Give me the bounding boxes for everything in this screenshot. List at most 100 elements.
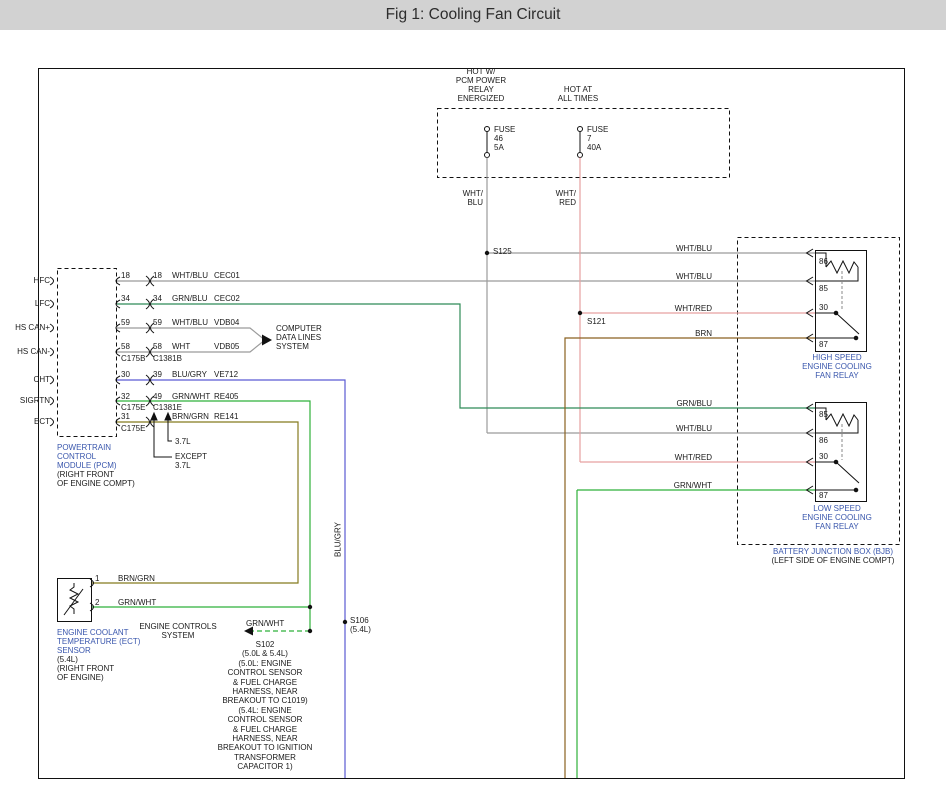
text-line: EXCEPT — [175, 452, 207, 461]
splice-s106 — [343, 620, 347, 624]
ect-wire-brngrn-label: BRN/GRN — [118, 574, 155, 583]
text-line: WHT/ — [445, 189, 483, 198]
text-line: (5.0L & 5.4L) — [205, 649, 325, 658]
pcm-pin-label-lfc: LFC — [10, 299, 50, 308]
text-line: SYSTEM — [276, 342, 322, 351]
splice-s102 — [308, 629, 312, 633]
splice-s125 — [485, 251, 489, 255]
wire-color: GRN/WHT — [172, 392, 210, 401]
relay-wire-label: WHT/RED — [650, 304, 712, 313]
thermistor-zigzag — [70, 583, 78, 614]
variant-except-label: EXCEPT 3.7L — [175, 452, 207, 470]
text-line: & FUEL CHARGE — [205, 678, 325, 687]
splice-s121-label: S121 — [587, 317, 606, 326]
connector-label-c1381b: C1381B — [153, 354, 182, 363]
text-line: SENSOR — [57, 646, 140, 655]
hot-label-pcm-relay: HOT W/ PCM POWER RELAY ENERGIZED — [441, 67, 521, 103]
text-line: HARNESS, NEAR — [205, 687, 325, 696]
text-line: MODULE (PCM) — [57, 461, 135, 470]
text-line: (RIGHT FRONT — [57, 664, 140, 673]
wiring-diagram-canvas — [0, 0, 946, 803]
connector-label-c175e-2: C175E — [121, 424, 145, 433]
relay-pin-number: 86 — [819, 257, 828, 266]
wire-color: BRN/GRN — [172, 412, 209, 421]
splice-s106-label: S106 — [350, 616, 371, 625]
splice-dots — [308, 251, 582, 633]
text-line: (5.4L) — [350, 625, 371, 634]
pin-number-2: 39 — [153, 370, 162, 379]
wire-color: WHT/BLU — [172, 271, 208, 280]
wiring-diagram-page: Fig 1: Cooling Fan Circuit — [0, 0, 946, 803]
text-line: BREAKOUT TO C1019) — [205, 696, 325, 705]
relay-wire-label: WHT/BLU — [650, 272, 712, 281]
relay-pin-number: 87 — [819, 491, 828, 500]
pin-number: 34 — [121, 294, 130, 303]
circuit-id: RE405 — [214, 392, 238, 401]
pin-number: 59 — [121, 318, 130, 327]
fuse-name: FUSE — [587, 125, 608, 134]
high-relay-switch — [815, 313, 859, 338]
text-line: ENGINE COOLING — [799, 362, 875, 371]
circuit-id: CEC01 — [214, 271, 240, 280]
text-line: CONTROL SENSOR — [205, 715, 325, 724]
s106-label: S106 (5.4L) — [350, 616, 371, 634]
text-line: DATA LINES — [276, 333, 322, 342]
ect-pin-1-label: 1 — [95, 574, 99, 583]
text-line: ENGINE COOLANT — [57, 628, 140, 637]
circuit-id: CEC02 — [214, 294, 240, 303]
splice-s125-label: S125 — [493, 247, 512, 256]
wire-color: GRN/BLU — [172, 294, 208, 303]
relay-wire-label: WHT/BLU — [650, 244, 712, 253]
junction-dot — [308, 605, 312, 609]
pin-number: 31 — [121, 412, 130, 421]
text-line: (5.0L: ENGINE — [205, 659, 325, 668]
pcm-caption: POWERTRAIN CONTROL MODULE (PCM) (RIGHT F… — [57, 443, 135, 488]
circuit-id: RE141 — [214, 412, 238, 421]
text-line: ENGINE COOLING — [799, 513, 875, 522]
fuse-46-label: FUSE 46 5A — [494, 125, 515, 152]
text-line: FAN RELAY — [799, 371, 875, 380]
pin-number-2: 34 — [153, 294, 162, 303]
wire-label-whtblu-top: WHT/ BLU — [445, 189, 483, 207]
pin-number-2: 59 — [153, 318, 162, 327]
text-line: (5.4L: ENGINE — [205, 706, 325, 715]
pcm-pin-label-hscanp: HS CAN+ — [10, 323, 50, 332]
wire-label-whtred-top: WHT/ RED — [538, 189, 576, 207]
fuse-box-outline — [438, 109, 730, 178]
pcm-pin-label-ect: ECT — [10, 417, 50, 426]
s102-caption: S102 (5.0L & 5.4L) (5.0L: ENGINE CONTROL… — [205, 640, 325, 772]
text-line: SYSTEM — [136, 631, 220, 640]
pcm-box-outline — [58, 269, 117, 437]
text-line: CAPACITOR 1) — [205, 762, 325, 771]
text-line: HOT W/ — [441, 67, 521, 76]
text-line: RED — [538, 198, 576, 207]
computer-data-arrowhead — [262, 335, 272, 346]
text-line: BATTERY JUNCTION BOX (BJB) — [747, 547, 919, 556]
circuit-id: VDB05 — [214, 342, 239, 351]
ect-sensor-symbol — [64, 579, 94, 615]
wire-color: WHT — [172, 342, 190, 351]
connector-label-c175e: C175E — [121, 403, 145, 412]
text-line: 3.7L — [175, 461, 207, 470]
relay-pin-number: 87 — [819, 340, 828, 349]
text-line: CONTROL SENSOR — [205, 668, 325, 677]
text-line: WHT/ — [538, 189, 576, 198]
splice-s121 — [578, 311, 582, 315]
pin-number: 32 — [121, 392, 130, 401]
pin-number-2: 49 — [153, 392, 162, 401]
text-line: ENGINE CONTROLS — [136, 622, 220, 631]
relay-pin-number: 85 — [819, 284, 828, 293]
low-relay-switch — [815, 462, 859, 490]
text-line: (RIGHT FRONT — [57, 470, 135, 479]
text-line: OF ENGINE COMPT) — [57, 479, 135, 488]
text-line: COMPUTER — [276, 324, 322, 333]
connector-label-c175b: C175B — [121, 354, 145, 363]
relay-pin-number: 30 — [819, 303, 828, 312]
fuse-number: 46 — [494, 134, 515, 143]
text-line: HOT AT — [538, 85, 618, 94]
relay-pin-number: 30 — [819, 452, 828, 461]
blugry-vertical-label: BLU/GRY — [334, 515, 343, 565]
wire-color: BLU/GRY — [172, 370, 207, 379]
hot-label-all-times: HOT AT ALL TIMES — [538, 85, 618, 103]
text-line: POWERTRAIN — [57, 443, 135, 452]
